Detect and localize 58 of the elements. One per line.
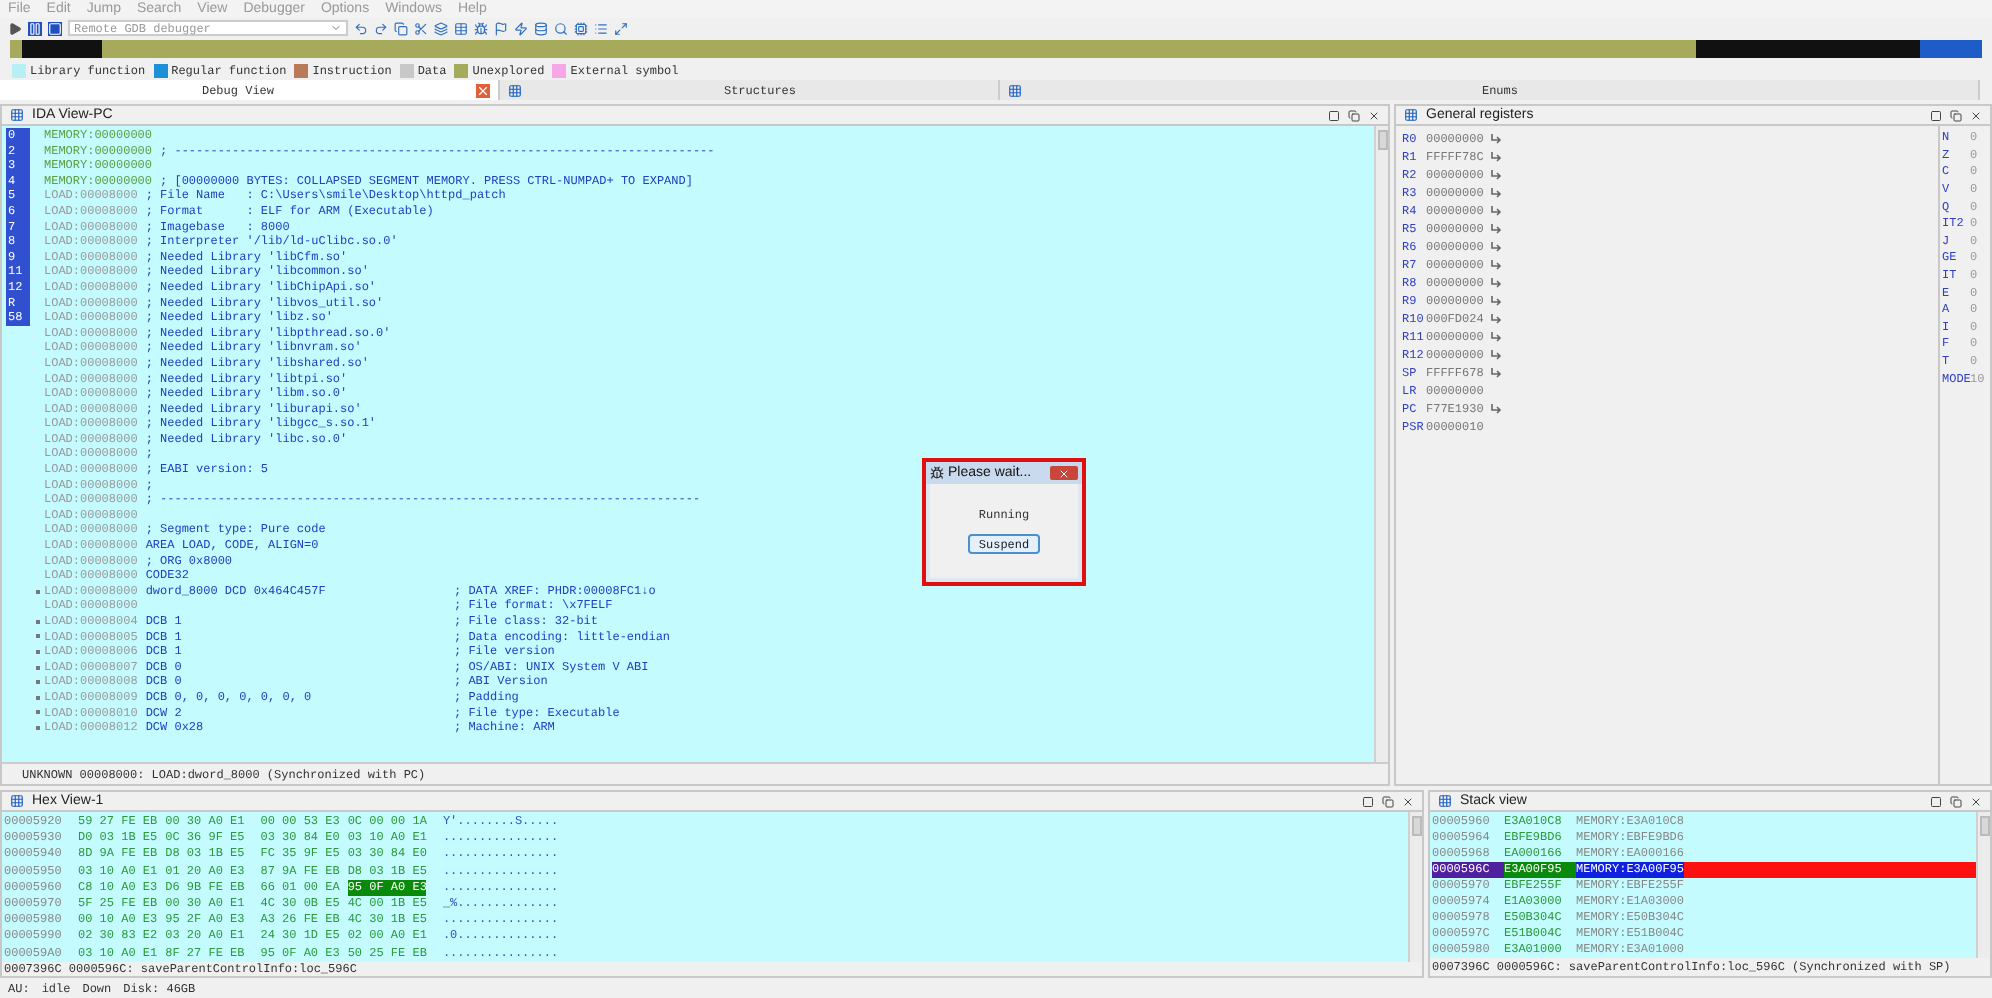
panel-icon	[10, 794, 24, 808]
play-icon[interactable]	[8, 21, 22, 35]
maximize-icon[interactable]	[1362, 795, 1374, 807]
maximize-icon[interactable]	[1930, 109, 1942, 121]
toolbar-icon[interactable]	[414, 21, 428, 35]
panel-icon	[1404, 108, 1418, 122]
stop-icon[interactable]	[48, 21, 62, 35]
scrollbar[interactable]	[1374, 126, 1388, 762]
jump-arrow-icon[interactable]	[1489, 134, 1502, 144]
navigation-band-drawing[interactable]	[10, 38, 1982, 60]
toolbar-icon[interactable]	[494, 21, 508, 35]
float-icon[interactable]	[1382, 795, 1394, 807]
float-icon[interactable]	[1348, 109, 1360, 121]
jump-arrow-icon[interactable]	[1489, 368, 1502, 378]
float-icon[interactable]	[1950, 795, 1962, 807]
float-icon[interactable]	[1950, 109, 1962, 121]
jump-arrow-icon[interactable]	[1489, 242, 1502, 252]
app-icon	[930, 466, 944, 480]
toolbar-icon[interactable]	[574, 21, 588, 35]
jump-arrow-icon[interactable]	[1489, 332, 1502, 342]
close-icon[interactable]	[1402, 795, 1414, 807]
jump-arrow-icon[interactable]	[1489, 404, 1502, 414]
jump-arrow-icon[interactable]	[1489, 350, 1502, 360]
toolbar-icon[interactable]	[534, 21, 548, 35]
toolbar-icon[interactable]	[454, 21, 468, 35]
jump-arrow-icon[interactable]	[1489, 152, 1502, 162]
toolbar-icon[interactable]	[374, 21, 388, 35]
jump-arrow-icon[interactable]	[1489, 296, 1502, 306]
toolbar-icon[interactable]	[614, 21, 628, 35]
maximize-icon[interactable]	[1328, 109, 1340, 121]
tab-icon	[1008, 83, 1022, 97]
toolbar-icon[interactable]	[554, 21, 568, 35]
panel-icon	[10, 108, 24, 122]
tab-icon	[508, 83, 522, 97]
pause-icon[interactable]	[28, 21, 42, 35]
jump-arrow-icon[interactable]	[1489, 188, 1502, 198]
close-icon[interactable]	[1970, 109, 1982, 121]
jump-arrow-icon[interactable]	[1489, 278, 1502, 288]
jump-arrow-icon[interactable]	[1489, 224, 1502, 234]
close-button[interactable]	[1050, 466, 1078, 480]
caret-icon	[330, 22, 342, 34]
toolbar-icon[interactable]	[394, 21, 408, 35]
jump-arrow-icon[interactable]	[1489, 206, 1502, 216]
toolbar-icon[interactable]	[514, 21, 528, 35]
toolbar-icon[interactable]	[594, 21, 608, 35]
maximize-icon[interactable]	[1930, 795, 1942, 807]
close-icon[interactable]	[1970, 795, 1982, 807]
close-icon	[1058, 467, 1070, 479]
jump-arrow-icon[interactable]	[1489, 314, 1502, 324]
jump-arrow-icon[interactable]	[1489, 170, 1502, 180]
jump-arrow-icon[interactable]	[1489, 260, 1502, 270]
scrollbar[interactable]	[1408, 812, 1422, 962]
scrollbar[interactable]	[1976, 812, 1990, 958]
toolbar-icon[interactable]	[434, 21, 448, 35]
toolbar-icon[interactable]	[354, 21, 368, 35]
panel-icon	[1438, 794, 1452, 808]
toolbar-icon[interactable]	[474, 21, 488, 35]
close-icon[interactable]	[1368, 109, 1380, 121]
